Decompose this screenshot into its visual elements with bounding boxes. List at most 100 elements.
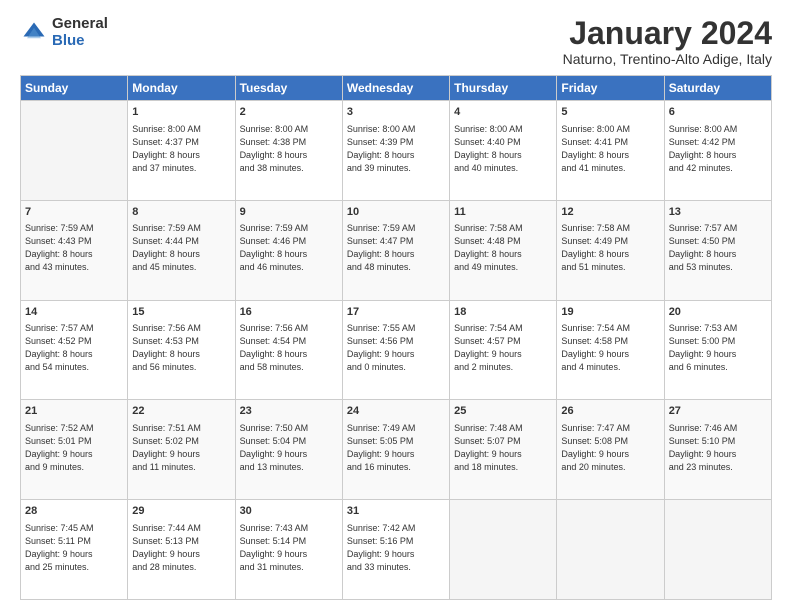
day-cell: 31 Sunrise: 7:42 AM Sunset: 5:16 PM Dayli… <box>342 500 449 600</box>
day-cell: 1 Sunrise: 8:00 AM Sunset: 4:37 PM Daylig… <box>128 101 235 201</box>
day-number: 2 <box>240 105 338 120</box>
logo-blue-label: Blue <box>52 33 108 50</box>
weekday-header-monday: Monday <box>128 76 235 101</box>
day-info: Sunrise: 7:54 AM Sunset: 4:57 PM Dayligh… <box>454 322 552 374</box>
day-info: Sunrise: 8:00 AM Sunset: 4:41 PM Dayligh… <box>561 123 659 175</box>
month-title: January 2024 <box>563 16 772 51</box>
day-cell: 19Sunrise: 7:54 AM Sunset: 4:58 PM Dayli… <box>557 300 664 400</box>
day-number: 21 <box>25 404 123 419</box>
day-number: 31 <box>347 504 445 519</box>
day-cell: 2 Sunrise: 8:00 AM Sunset: 4:38 PM Daylig… <box>235 101 342 201</box>
weekday-header-thursday: Thursday <box>450 76 557 101</box>
day-info: Sunrise: 7:56 AM Sunset: 4:54 PM Dayligh… <box>240 322 338 374</box>
day-number: 3 <box>347 105 445 120</box>
day-cell: 24 Sunrise: 7:49 AM Sunset: 5:05 PM Dayli… <box>342 400 449 500</box>
day-cell: 9 Sunrise: 7:59 AM Sunset: 4:46 PM Daylig… <box>235 200 342 300</box>
day-cell <box>664 500 771 600</box>
day-info: Sunrise: 7:57 AM Sunset: 4:52 PM Dayligh… <box>25 322 123 374</box>
day-number: 28 <box>25 504 123 519</box>
weekday-header-saturday: Saturday <box>664 76 771 101</box>
day-number: 20 <box>669 305 767 320</box>
week-row-5: 28 Sunrise: 7:45 AM Sunset: 5:11 PM Dayli… <box>21 500 772 600</box>
day-number: 23 <box>240 404 338 419</box>
day-number: 24 <box>347 404 445 419</box>
day-number: 10 <box>347 205 445 220</box>
day-number: 5 <box>561 105 659 120</box>
day-cell: 18 Sunrise: 7:54 AM Sunset: 4:57 PM Dayli… <box>450 300 557 400</box>
day-info: Sunrise: 7:58 AM Sunset: 4:48 PM Dayligh… <box>454 222 552 274</box>
day-cell: 7Sunrise: 7:59 AM Sunset: 4:43 PM Daylig… <box>21 200 128 300</box>
day-info: Sunrise: 7:53 AM Sunset: 5:00 PM Dayligh… <box>669 322 767 374</box>
weekday-header-friday: Friday <box>557 76 664 101</box>
day-info: Sunrise: 7:57 AM Sunset: 4:50 PM Dayligh… <box>669 222 767 274</box>
day-info: Sunrise: 8:00 AM Sunset: 4:37 PM Dayligh… <box>132 123 230 175</box>
day-number: 17 <box>347 305 445 320</box>
header: General Blue January 2024 Naturno, Trent… <box>20 16 772 67</box>
day-cell: 20 Sunrise: 7:53 AM Sunset: 5:00 PM Dayli… <box>664 300 771 400</box>
weekday-header-sunday: Sunday <box>21 76 128 101</box>
day-number: 13 <box>669 205 767 220</box>
weekday-header-tuesday: Tuesday <box>235 76 342 101</box>
day-number: 22 <box>132 404 230 419</box>
day-cell <box>450 500 557 600</box>
day-info: Sunrise: 7:46 AM Sunset: 5:10 PM Dayligh… <box>669 422 767 474</box>
title-block: January 2024 Naturno, Trentino-Alto Adig… <box>563 16 772 67</box>
day-number: 27 <box>669 404 767 419</box>
week-row-4: 21Sunrise: 7:52 AM Sunset: 5:01 PM Dayli… <box>21 400 772 500</box>
day-cell: 22 Sunrise: 7:51 AM Sunset: 5:02 PM Dayli… <box>128 400 235 500</box>
day-info: Sunrise: 7:42 AM Sunset: 5:16 PM Dayligh… <box>347 522 445 574</box>
day-cell: 29 Sunrise: 7:44 AM Sunset: 5:13 PM Dayli… <box>128 500 235 600</box>
day-info: Sunrise: 8:00 AM Sunset: 4:39 PM Dayligh… <box>347 123 445 175</box>
day-info: Sunrise: 7:59 AM Sunset: 4:44 PM Dayligh… <box>132 222 230 274</box>
day-number: 1 <box>132 105 230 120</box>
week-row-3: 14 Sunrise: 7:57 AM Sunset: 4:52 PM Dayli… <box>21 300 772 400</box>
calendar-table: SundayMondayTuesdayWednesdayThursdayFrid… <box>20 75 772 600</box>
page: General Blue January 2024 Naturno, Trent… <box>0 0 792 612</box>
day-cell: 13 Sunrise: 7:57 AM Sunset: 4:50 PM Dayli… <box>664 200 771 300</box>
day-info: Sunrise: 7:54 AM Sunset: 4:58 PM Dayligh… <box>561 322 659 374</box>
day-cell: 25 Sunrise: 7:48 AM Sunset: 5:07 PM Dayli… <box>450 400 557 500</box>
day-number: 15 <box>132 305 230 320</box>
day-cell: 30Sunrise: 7:43 AM Sunset: 5:14 PM Dayli… <box>235 500 342 600</box>
logo-general-label: General <box>52 16 108 33</box>
day-cell: 12Sunrise: 7:58 AM Sunset: 4:49 PM Dayli… <box>557 200 664 300</box>
day-cell: 11Sunrise: 7:58 AM Sunset: 4:48 PM Dayli… <box>450 200 557 300</box>
day-info: Sunrise: 7:44 AM Sunset: 5:13 PM Dayligh… <box>132 522 230 574</box>
day-cell: 6Sunrise: 8:00 AM Sunset: 4:42 PM Daylig… <box>664 101 771 201</box>
day-number: 9 <box>240 205 338 220</box>
day-number: 18 <box>454 305 552 320</box>
day-cell: 8 Sunrise: 7:59 AM Sunset: 4:44 PM Daylig… <box>128 200 235 300</box>
day-info: Sunrise: 7:45 AM Sunset: 5:11 PM Dayligh… <box>25 522 123 574</box>
logo-text: General Blue <box>52 16 108 49</box>
logo-icon <box>20 19 48 47</box>
day-cell: 14 Sunrise: 7:57 AM Sunset: 4:52 PM Dayli… <box>21 300 128 400</box>
day-number: 4 <box>454 105 552 120</box>
day-info: Sunrise: 8:00 AM Sunset: 4:40 PM Dayligh… <box>454 123 552 175</box>
day-info: Sunrise: 8:00 AM Sunset: 4:38 PM Dayligh… <box>240 123 338 175</box>
day-info: Sunrise: 7:43 AM Sunset: 5:14 PM Dayligh… <box>240 522 338 574</box>
day-cell: 3 Sunrise: 8:00 AM Sunset: 4:39 PM Daylig… <box>342 101 449 201</box>
day-number: 8 <box>132 205 230 220</box>
week-row-1: 1 Sunrise: 8:00 AM Sunset: 4:37 PM Daylig… <box>21 101 772 201</box>
location: Naturno, Trentino-Alto Adige, Italy <box>563 51 772 67</box>
day-info: Sunrise: 7:59 AM Sunset: 4:46 PM Dayligh… <box>240 222 338 274</box>
week-row-2: 7Sunrise: 7:59 AM Sunset: 4:43 PM Daylig… <box>21 200 772 300</box>
day-cell: 5 Sunrise: 8:00 AM Sunset: 4:41 PM Daylig… <box>557 101 664 201</box>
day-number: 6 <box>669 105 767 120</box>
day-number: 14 <box>25 305 123 320</box>
day-info: Sunrise: 7:49 AM Sunset: 5:05 PM Dayligh… <box>347 422 445 474</box>
weekday-header-wednesday: Wednesday <box>342 76 449 101</box>
day-number: 29 <box>132 504 230 519</box>
day-info: Sunrise: 7:55 AM Sunset: 4:56 PM Dayligh… <box>347 322 445 374</box>
day-info: Sunrise: 7:51 AM Sunset: 5:02 PM Dayligh… <box>132 422 230 474</box>
day-number: 16 <box>240 305 338 320</box>
day-cell: 10 Sunrise: 7:59 AM Sunset: 4:47 PM Dayli… <box>342 200 449 300</box>
day-cell <box>21 101 128 201</box>
day-cell: 16 Sunrise: 7:56 AM Sunset: 4:54 PM Dayli… <box>235 300 342 400</box>
day-cell: 4 Sunrise: 8:00 AM Sunset: 4:40 PM Daylig… <box>450 101 557 201</box>
day-number: 25 <box>454 404 552 419</box>
day-number: 26 <box>561 404 659 419</box>
day-info: Sunrise: 7:59 AM Sunset: 4:47 PM Dayligh… <box>347 222 445 274</box>
day-info: Sunrise: 7:48 AM Sunset: 5:07 PM Dayligh… <box>454 422 552 474</box>
day-cell: 26Sunrise: 7:47 AM Sunset: 5:08 PM Dayli… <box>557 400 664 500</box>
